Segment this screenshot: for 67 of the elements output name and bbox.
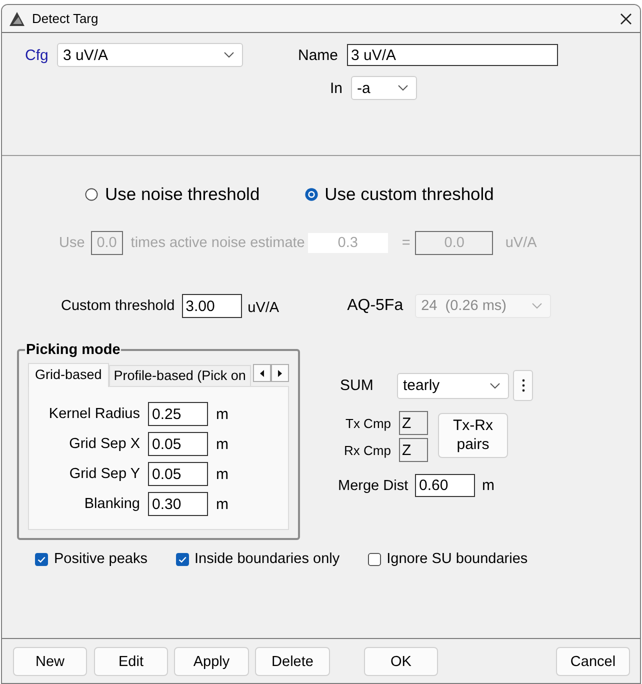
value-field[interactable]: 0.05 — [148, 462, 208, 486]
ok-button[interactable]: OK — [364, 647, 438, 676]
radio-button[interactable] — [85, 188, 98, 200]
unit-label: m — [482, 477, 494, 494]
footer-button[interactable]: Edit — [94, 647, 168, 676]
checkbox-label[interactable]: Positive peaks — [54, 551, 148, 567]
footer-button[interactable]: Apply — [174, 647, 249, 676]
aq-label: AQ-5Fa — [347, 297, 404, 315]
field-label: Blanking — [83, 496, 140, 512]
footer-button[interactable]: Delete — [255, 647, 330, 676]
unit-label: m — [216, 436, 230, 452]
radio-button[interactable] — [304, 188, 318, 200]
component-label: Rx Cmp — [343, 442, 391, 458]
noise-estimate-label: times active noise estimate — [130, 235, 305, 251]
cfg-dropdown[interactable]: 3 uV/A — [57, 43, 243, 67]
chevron-down-icon — [398, 85, 408, 91]
scroll-right-button[interactable] — [271, 364, 289, 382]
custom-threshold-label: Custom threshold — [61, 298, 175, 314]
chevron-down-icon — [490, 382, 500, 388]
radio-label[interactable]: Use noise threshold — [105, 184, 260, 204]
footer-button[interactable]: New — [13, 647, 87, 676]
right-triangle-icon — [278, 370, 282, 376]
pairs-button[interactable]: Tx-Rx pairs — [438, 413, 508, 458]
tab[interactable]: Grid-based — [28, 363, 109, 387]
component-field[interactable]: Z — [399, 438, 428, 462]
component-label: Tx Cmp — [344, 416, 391, 430]
field-label: Grid Sep Y — [68, 466, 140, 482]
unit-label: m — [216, 496, 230, 512]
unit-label: uV/A — [248, 300, 280, 316]
chevron-down-icon — [224, 52, 234, 58]
checkbox[interactable] — [368, 552, 381, 566]
unit-label: uV/A — [505, 235, 537, 251]
group-title: Picking mode — [25, 342, 122, 358]
unit-label: m — [216, 466, 230, 482]
field-label: Grid Sep X — [68, 436, 140, 452]
use-label: Use — [59, 235, 85, 251]
vertical-dots-icon — [522, 379, 524, 392]
in-dropdown[interactable]: -a — [351, 76, 417, 100]
value-field[interactable]: 0.30 — [148, 492, 208, 516]
cfg-label: Cfg — [25, 46, 50, 64]
chevron-down-icon — [532, 303, 542, 309]
triangle-logo-icon — [9, 10, 25, 26]
checkbox[interactable] — [35, 552, 48, 566]
tab[interactable]: Profile-based (Pick on — [108, 365, 251, 386]
value-field[interactable]: 0.05 — [148, 432, 208, 456]
sum-dropdown[interactable]: tearly — [397, 372, 509, 398]
checkbox[interactable] — [176, 552, 188, 566]
merge-dist-field[interactable]: 0.60 — [415, 474, 475, 497]
window-title: Detect Targ — [32, 11, 98, 26]
cancel-button[interactable]: Cancel — [556, 647, 630, 676]
equals-sign: = — [402, 235, 410, 251]
radio-label[interactable]: Use custom threshold — [324, 184, 494, 204]
custom-threshold-field[interactable]: 3.00 — [182, 294, 242, 318]
field-label: Kernel Radius — [48, 406, 140, 422]
checkbox-label[interactable]: Inside boundaries only — [194, 551, 340, 567]
unit-label: m — [216, 406, 230, 422]
component-field[interactable]: Z — [399, 411, 428, 435]
name-field[interactable]: 3 uV/A — [347, 44, 558, 66]
checkbox-label[interactable]: Ignore SU boundaries — [386, 551, 528, 567]
value-field[interactable]: 0.25 — [148, 402, 208, 426]
merge-dist-label: Merge Dist — [338, 478, 410, 494]
sum-label: SUM — [340, 377, 374, 394]
close-icon[interactable] — [620, 12, 632, 24]
name-label: Name — [298, 46, 340, 64]
left-triangle-icon — [260, 370, 264, 376]
scroll-left-button[interactable] — [253, 364, 271, 382]
in-label: In — [330, 80, 344, 96]
